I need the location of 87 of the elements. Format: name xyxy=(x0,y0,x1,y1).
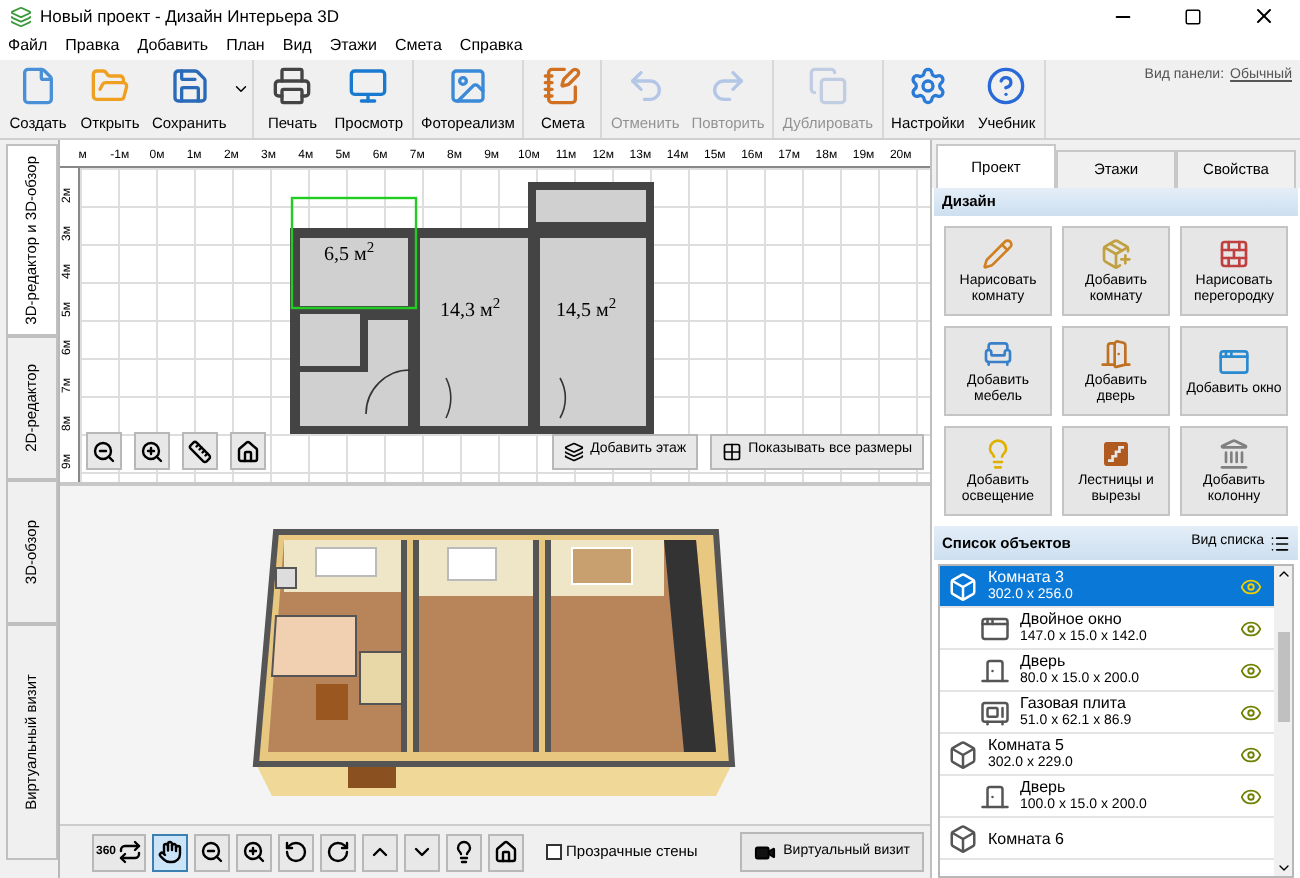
file-icon xyxy=(18,65,58,106)
copy-icon xyxy=(807,65,848,106)
room-area-label: 14,3 м$^{2}$ xyxy=(440,296,501,326)
menu-item[interactable]: Этажи xyxy=(329,34,377,58)
door-icon xyxy=(1100,337,1132,369)
lightbulb-icon xyxy=(452,840,477,864)
help-icon xyxy=(986,65,1027,106)
stairs-icon xyxy=(1100,437,1132,469)
video-camera-icon xyxy=(753,841,776,863)
object-name: Дверь xyxy=(1020,778,1068,796)
menu-item[interactable]: Правка xyxy=(65,34,120,58)
object-name: Комната 5 xyxy=(988,736,1066,754)
rotate-right-button[interactable] xyxy=(320,833,357,871)
scroll-up-icon[interactable] xyxy=(1275,566,1291,582)
eye-icon[interactable] xyxy=(1240,659,1262,681)
grid-icon xyxy=(722,441,743,461)
rotate-left-icon xyxy=(284,840,309,864)
rotate-right-icon xyxy=(326,840,351,864)
lightbulb-button[interactable] xyxy=(446,833,483,871)
hand-icon xyxy=(158,840,183,864)
caret-icon[interactable] xyxy=(232,80,251,98)
box-icon xyxy=(948,571,978,601)
pencil-icon xyxy=(982,237,1014,269)
layers-icon xyxy=(564,441,585,461)
oven-icon xyxy=(980,697,1010,727)
zoom-in-button[interactable] xyxy=(134,432,170,470)
printer-icon xyxy=(272,65,313,106)
zoom-in-icon xyxy=(242,840,267,864)
eye-icon[interactable] xyxy=(1240,743,1262,765)
picture-icon xyxy=(448,65,488,106)
menu-item[interactable]: Добавить xyxy=(137,34,209,58)
home-icon xyxy=(494,840,519,864)
notebook-icon xyxy=(542,65,583,106)
app-logo-icon xyxy=(10,5,32,27)
tilt-down-button[interactable] xyxy=(404,833,441,871)
object-name: Двойное окно xyxy=(1020,610,1124,628)
ruler-button[interactable] xyxy=(182,432,218,470)
room-area-label: 6,5 м$^{2}$ xyxy=(324,240,375,270)
scrollbar[interactable] xyxy=(1274,566,1292,876)
redo-icon xyxy=(708,65,749,106)
window-icon xyxy=(1218,345,1250,377)
door-icon xyxy=(980,655,1010,685)
box-icon xyxy=(948,823,978,853)
checkbox[interactable] xyxy=(546,844,563,860)
box-plus-icon xyxy=(1100,237,1132,269)
scroll-down-icon[interactable] xyxy=(1275,860,1291,876)
object-name: Комната 3 xyxy=(988,568,1066,586)
tilt-up-button[interactable] xyxy=(362,833,399,871)
box-icon xyxy=(948,739,978,769)
zoom-out-icon xyxy=(92,439,116,463)
menu-item[interactable]: Справка xyxy=(459,34,523,58)
eye-icon[interactable] xyxy=(1240,785,1262,807)
home-button[interactable] xyxy=(488,833,525,871)
orbit-icon xyxy=(118,840,143,864)
window-icon xyxy=(980,613,1010,643)
folder-icon xyxy=(90,65,130,106)
column-icon xyxy=(1218,437,1250,469)
gear-icon xyxy=(907,65,948,106)
rotate-left-button[interactable] xyxy=(278,833,315,871)
maximize-icon[interactable] xyxy=(1184,7,1202,25)
close-icon[interactable] xyxy=(1252,4,1276,28)
ruler-icon xyxy=(188,439,212,463)
room-area-label: 14,5 м$^{2}$ xyxy=(556,296,617,326)
hand-button[interactable] xyxy=(152,833,189,871)
undo-icon xyxy=(625,65,666,106)
monitor-icon xyxy=(348,65,389,106)
home-icon xyxy=(236,439,260,463)
object-name: Комната 6 xyxy=(988,829,1066,847)
object-name: Газовая плита xyxy=(1020,694,1128,712)
menu-item[interactable]: План xyxy=(226,34,265,58)
zoom-out-button[interactable] xyxy=(194,833,231,871)
eye-icon[interactable] xyxy=(1240,617,1262,639)
armchair-icon xyxy=(982,337,1014,369)
menu-item[interactable]: Файл xyxy=(8,34,48,58)
zoom-out-icon xyxy=(200,840,225,864)
zoom-in-button[interactable] xyxy=(236,833,273,871)
eye-icon[interactable] xyxy=(1240,701,1262,723)
door-icon xyxy=(980,781,1010,811)
brick-wall-icon xyxy=(1218,237,1250,269)
list-view-icon[interactable] xyxy=(1270,533,1290,553)
zoom-out-button[interactable] xyxy=(86,432,122,470)
window-title: Новый проект - Дизайн Интерьера 3D xyxy=(40,3,341,29)
home-button[interactable] xyxy=(230,432,266,470)
menu-item[interactable]: Вид xyxy=(282,34,312,58)
zoom-in-icon xyxy=(140,439,164,463)
menu-item[interactable]: Смета xyxy=(394,34,442,58)
object-name: Дверь xyxy=(1020,652,1068,670)
